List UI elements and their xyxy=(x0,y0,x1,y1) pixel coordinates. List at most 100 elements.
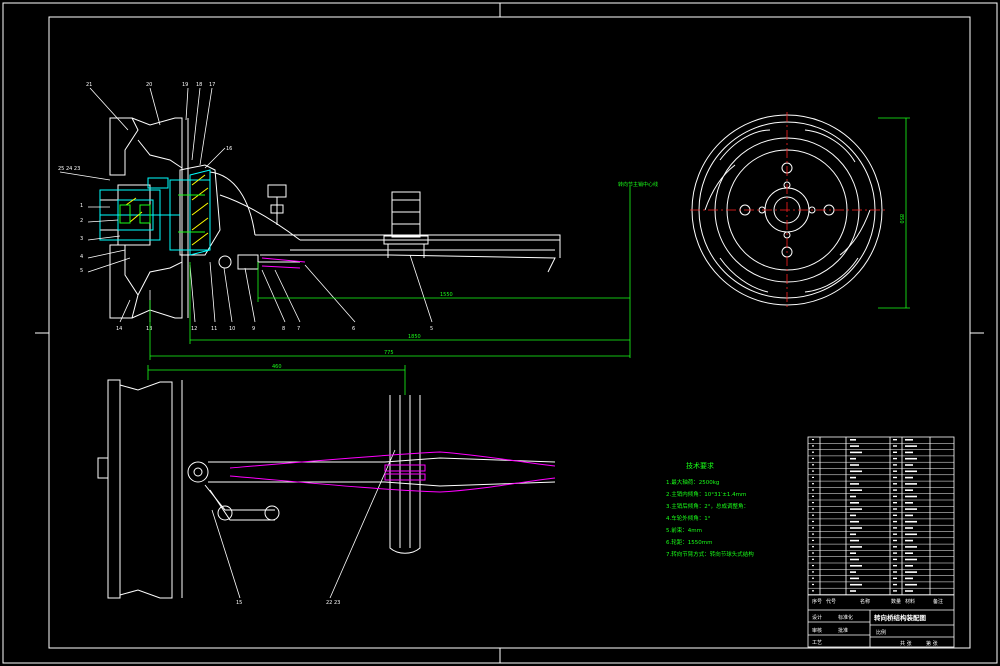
svg-text:5: 5 xyxy=(80,268,83,274)
svg-text:6: 6 xyxy=(352,326,355,332)
parts-list-entry-mark xyxy=(905,470,917,473)
parts-list-entry-mark xyxy=(905,520,917,523)
parts-list-entry-mark xyxy=(812,565,814,567)
parts-list-entry-mark xyxy=(850,546,862,548)
title-block-labels: 序号 代号 名称 数量 材料 备注 设计 审核 工艺 标准化 批准 比例 共 张… xyxy=(812,598,943,647)
parts-list-entry-mark xyxy=(850,565,862,567)
drum-center-lines xyxy=(690,112,885,308)
svg-text:25 24 23: 25 24 23 xyxy=(58,166,80,172)
parts-list-entry-mark xyxy=(893,457,897,460)
requirement-4: 4.车轮外倾角：1° xyxy=(666,514,711,522)
parts-list-entry-mark xyxy=(850,514,856,517)
requirement-1: 1.最大轴荷：2500kg xyxy=(666,478,719,486)
parts-list-entry-mark xyxy=(850,558,859,561)
parts-list-entry-mark xyxy=(905,476,913,479)
parts-list-entry-mark xyxy=(893,546,897,548)
dim-wheel-offset: 775 xyxy=(384,350,394,356)
parts-list-entry-mark xyxy=(893,565,897,567)
svg-text:21: 21 xyxy=(86,82,92,88)
requirement-2: 2.主销内倾角：10°31′±1.4mm xyxy=(666,490,746,498)
parts-list-entry-mark xyxy=(850,457,856,460)
plan-view-assembly xyxy=(97,379,556,599)
parts-list-entry-mark xyxy=(905,489,913,491)
parts-list-entry-mark xyxy=(893,470,897,472)
parts-list-entry-mark xyxy=(812,539,814,541)
svg-text:3: 3 xyxy=(80,236,83,242)
parts-list-entry-mark xyxy=(905,495,917,498)
requirements-heading: 技术要求 xyxy=(686,461,714,470)
svg-text:19: 19 xyxy=(182,82,188,88)
svg-text:13: 13 xyxy=(146,326,152,332)
parts-list-entry-mark xyxy=(850,577,859,580)
svg-text:12: 12 xyxy=(191,326,197,332)
parts-list-entry-mark xyxy=(812,577,814,579)
parts-list-entry-mark xyxy=(812,439,814,441)
parts-list-entry-mark xyxy=(905,552,913,554)
parts-list-entry-mark xyxy=(905,571,917,573)
parts-list-entry-mark xyxy=(812,457,814,460)
parts-list-entry-mark xyxy=(905,527,913,529)
parts-list-entry-mark xyxy=(812,514,814,516)
parts-list-entry-mark xyxy=(893,483,897,485)
parts-list-entry-mark xyxy=(893,502,897,504)
parts-list-entry-mark xyxy=(905,539,913,542)
parts-list-entry-mark xyxy=(850,476,856,479)
parts-list-entry-mark xyxy=(850,527,862,529)
parts-list-entry-mark xyxy=(812,445,814,447)
title-block-label-qty: 数量 xyxy=(891,598,901,605)
svg-text:17: 17 xyxy=(209,82,215,88)
title-block-label-remark: 备注 xyxy=(933,598,943,605)
drawing-frame xyxy=(2,2,998,664)
parts-list-entry-mark xyxy=(850,483,859,485)
parts-list-entry-mark xyxy=(850,464,859,466)
requirement-6: 6.轮距：1550mm xyxy=(666,538,712,546)
parts-list-entry-mark xyxy=(893,451,897,453)
title-block-scale: 比例 xyxy=(876,629,886,636)
parts-list-entry-mark xyxy=(812,590,814,592)
parts-list-entry-mark xyxy=(812,558,814,560)
parts-list-entry-mark xyxy=(812,571,814,573)
steering-center-note: 转向节主销中心线 xyxy=(618,181,658,188)
parts-list-entry-mark xyxy=(893,527,897,529)
parts-list-entry-mark xyxy=(905,439,913,441)
parts-list-entry-mark xyxy=(905,546,917,548)
parts-list-entry-mark xyxy=(905,483,917,485)
parts-list-entry-mark xyxy=(905,558,917,561)
parts-list-entry-mark xyxy=(905,565,913,567)
parts-list-entry-mark xyxy=(812,520,814,523)
parts-list-entry-mark xyxy=(893,489,897,491)
parts-list-entry-mark xyxy=(812,546,814,548)
parts-list-entry-mark xyxy=(893,571,897,573)
parts-list-entry-mark xyxy=(893,577,897,579)
parts-list-entry-mark xyxy=(850,502,859,504)
dim-overall: 1850 xyxy=(408,334,421,340)
parts-list-entry-mark xyxy=(893,539,897,542)
parts-list-entry-mark xyxy=(905,577,913,580)
plan-view-spring xyxy=(229,451,556,493)
svg-text:8: 8 xyxy=(282,326,285,332)
parts-list-entry-mark xyxy=(812,508,814,510)
parts-list-entry-mark xyxy=(850,489,862,491)
svg-text:5: 5 xyxy=(430,326,433,332)
requirement-5: 5.前束：4mm xyxy=(666,526,702,534)
parts-list-entry-mark xyxy=(893,508,897,510)
parts-list-entry-mark xyxy=(850,451,862,454)
engineering-drawing: 21 20 19 18 1716 25 24 23 12 34 5 14 13 12 1… xyxy=(2,2,998,664)
parts-list-entry-mark xyxy=(905,464,913,466)
title-block-standard: 标准化 xyxy=(838,614,853,621)
technical-requirements: 技术要求 1.最大轴荷：2500kg 2.主销内倾角：10°31′±1.4mm … xyxy=(666,461,754,558)
parts-list-entry-mark xyxy=(905,445,917,447)
parts-list-entry-mark xyxy=(850,571,856,573)
parts-list-entry-mark xyxy=(812,502,814,504)
parts-list-entry-mark xyxy=(850,520,859,523)
parts-list-entry-mark xyxy=(905,583,917,586)
parts-list-entry-mark xyxy=(850,583,862,586)
parts-list-entry-mark xyxy=(812,489,814,491)
requirement-3: 3.主销后倾角：2°，总成调整角： xyxy=(666,502,749,510)
parts-list-entry-mark xyxy=(905,451,913,454)
svg-text:14: 14 xyxy=(116,326,122,332)
front-view-assembly xyxy=(99,117,561,319)
requirement-7: 7.转向节臂方式：转向节球头式结构 xyxy=(666,550,754,558)
title-block-approve: 批准 xyxy=(838,627,848,634)
parts-list-entry-mark xyxy=(893,590,897,592)
